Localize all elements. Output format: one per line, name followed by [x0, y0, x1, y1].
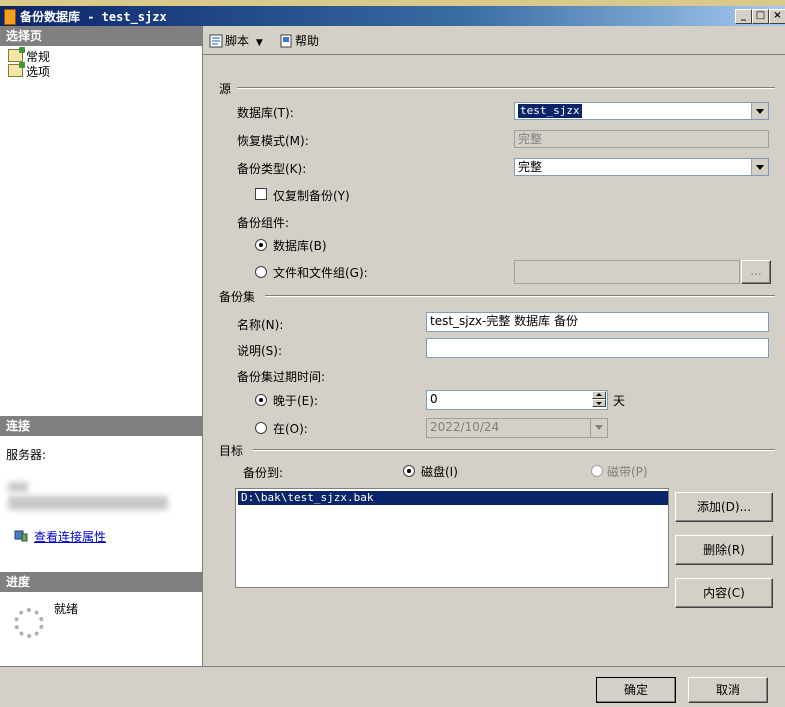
title-bar: 备份数据库 - test_sjzx _ □ × — [0, 6, 785, 26]
days-unit: 天 — [613, 394, 626, 408]
connection-properties-icon — [14, 528, 28, 542]
browse-filegroups-button[interactable]: ... — [741, 260, 771, 284]
help-button[interactable]: 帮助 — [279, 32, 319, 49]
database-dropdown[interactable]: test_sjzx — [514, 102, 769, 120]
expire-on-radio[interactable] — [255, 422, 267, 434]
expire-after-radio[interactable] — [255, 394, 267, 406]
add-destination-button[interactable]: 添加(D)... — [675, 492, 773, 522]
backup-set-group-rule — [265, 295, 775, 297]
remove-destination-button[interactable]: 删除(R) — [675, 535, 773, 565]
redacted-server-name — [8, 496, 168, 510]
contents-button[interactable]: 内容(C) — [675, 578, 773, 608]
database-label: 数据库(T): — [237, 106, 294, 120]
progress-header: 进度 — [0, 572, 202, 592]
minimize-button[interactable]: _ — [735, 9, 752, 24]
copy-only-label: 仅复制备份(Y) — [273, 189, 350, 203]
script-icon — [209, 34, 223, 48]
backup-name-value: test_sjzx-完整 数据库 备份 — [430, 314, 578, 328]
disk-radio[interactable] — [403, 465, 415, 477]
filegroups-field — [514, 260, 740, 284]
select-page-header: 选择页 — [0, 26, 202, 46]
expire-days-value: 0 — [430, 392, 438, 406]
list-item[interactable]: D:\bak\test_sjzx.bak — [238, 491, 668, 505]
page-icon — [8, 47, 25, 62]
backup-type-dropdown[interactable]: 完整 — [514, 158, 769, 176]
close-button[interactable]: × — [769, 9, 785, 24]
progress-area — [0, 604, 60, 644]
toolbar: 脚本 ▼ 帮助 — [203, 26, 785, 54]
right-pane: 脚本 ▼ 帮助 源 数据库(T): test_sjzx 恢复模式(M): 完整 … — [203, 26, 785, 666]
window-title: 备份数据库 - test_sjzx — [20, 10, 167, 24]
ok-button[interactable]: 确定 — [596, 677, 676, 703]
destination-group-label: 目标 — [219, 444, 244, 458]
script-label: 脚本 — [225, 34, 250, 48]
disk-label: 磁盘(I) — [421, 465, 458, 479]
expire-date-picker: 2022/10/24 — [426, 418, 608, 438]
tape-radio — [591, 465, 603, 477]
component-files-label: 文件和文件组(G): — [273, 266, 368, 280]
spin-down-icon[interactable] — [592, 399, 606, 407]
chevron-down-icon[interactable] — [751, 103, 768, 119]
backup-name-input[interactable]: test_sjzx-完整 数据库 备份 — [426, 312, 769, 332]
page-item-general[interactable]: 常规 — [8, 47, 51, 64]
backup-component-label: 备份组件: — [237, 216, 290, 230]
backup-database-dialog: 备份数据库 - test_sjzx _ □ × 选择页 常规 选项 连接 服务器… — [0, 6, 785, 707]
source-group-rule — [237, 87, 775, 89]
expire-days-spinner[interactable] — [592, 391, 606, 409]
page-icon — [8, 62, 25, 77]
progress-status: 就绪 — [54, 602, 79, 616]
description-input[interactable] — [426, 338, 769, 358]
recovery-model-label: 恢复模式(M): — [237, 134, 309, 148]
description-label: 说明(S): — [237, 344, 283, 358]
progress-spinner-icon — [14, 608, 44, 638]
toolbar-divider — [203, 54, 785, 55]
expire-date-value: 2022/10/24 — [430, 420, 500, 434]
recovery-model-field: 完整 — [514, 130, 769, 148]
help-icon — [279, 34, 293, 48]
maximize-button[interactable]: □ — [752, 9, 769, 24]
expire-after-label: 晚于(E): — [273, 394, 318, 408]
destination-group-rule — [253, 449, 775, 451]
chevron-down-icon — [590, 419, 607, 437]
help-label: 帮助 — [295, 34, 320, 48]
source-group-label: 源 — [219, 82, 232, 96]
dialog-footer: 确定 取消 — [0, 666, 785, 707]
component-files-radio[interactable] — [255, 266, 267, 278]
backup-to-label: 备份到: — [243, 466, 284, 480]
backup-type-value: 完整 — [518, 160, 543, 174]
left-pane: 选择页 常规 选项 连接 服务器: 查看连接属性 进度 就绪 — [0, 26, 203, 666]
component-database-label: 数据库(B) — [273, 239, 327, 253]
backup-set-group-label: 备份集 — [219, 290, 256, 304]
app-icon — [4, 9, 16, 25]
cancel-button[interactable]: 取消 — [688, 677, 768, 703]
server-label: 服务器: — [6, 448, 47, 462]
component-database-radio[interactable] — [255, 239, 267, 251]
copy-only-checkbox[interactable] — [255, 188, 267, 200]
expire-days-input[interactable]: 0 — [426, 390, 608, 410]
script-button[interactable]: 脚本 ▼ — [209, 32, 263, 49]
name-label: 名称(N): — [237, 318, 284, 332]
tape-label: 磁带(P) — [607, 465, 648, 479]
destination-list[interactable]: D:\bak\test_sjzx.bak — [235, 488, 669, 588]
backup-type-label: 备份类型(K): — [237, 162, 307, 176]
page-label-general: 常规 — [26, 50, 51, 64]
chevron-down-icon: ▼ — [255, 38, 263, 48]
redacted-server — [8, 482, 28, 492]
view-connection-properties-link[interactable]: 查看连接属性 — [34, 528, 106, 545]
connection-header: 连接 — [0, 416, 202, 436]
page-label-options: 选项 — [26, 65, 51, 79]
chevron-down-icon[interactable] — [751, 159, 768, 175]
database-value: test_sjzx — [518, 104, 582, 118]
expiration-label: 备份集过期时间: — [237, 370, 326, 384]
spin-up-icon[interactable] — [592, 391, 606, 399]
page-item-options[interactable]: 选项 — [8, 62, 51, 79]
expire-on-label: 在(O): — [273, 422, 308, 436]
